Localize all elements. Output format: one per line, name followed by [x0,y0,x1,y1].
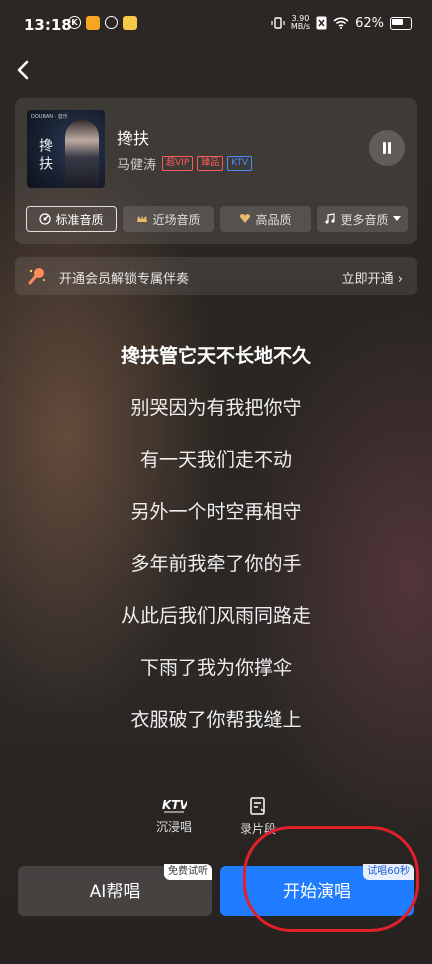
record-clip-label: 录片段 [239,822,276,836]
clip-icon [250,797,265,815]
quality-nearfield-label: 近场音质 [152,212,201,227]
music-note-icon [325,213,336,224]
lyric-line: 下雨了我为你撑伞 [139,657,292,679]
cover-figure [65,120,99,188]
battery-icon [390,16,412,30]
lyric-line-current: 搀扶管它天不长地不久 [120,345,311,367]
lyric-line: 多年前我牵了你的手 [130,553,302,575]
quality-nearfield-button[interactable]: 近场音质 [123,206,214,232]
k-app-icon: K [68,16,81,29]
quality-badge: 臻品 [197,156,224,171]
back-button[interactable] [10,56,38,84]
status-bar: 13:18 K 3.90 MB/s 62% [0,0,432,52]
artist-row: 马健涛 超VIP 臻品 KTV [117,154,253,173]
artist-name[interactable]: 马健涛 [117,154,156,173]
microphone-icon [28,268,45,285]
battery-percent: 62% [355,15,384,31]
orange-app-icon [86,16,100,30]
vip-promo-text: 开通会员解锁专属伴奏 [59,272,190,287]
crown-icon [137,215,148,222]
free-trial-badge: 免费试听 [164,864,212,880]
chevron-down-icon [392,216,401,221]
quality-high-button[interactable]: 高品质 [220,206,311,232]
notification-icons: K [68,16,137,30]
status-right: 3.90 MB/s 62% [271,15,412,31]
vibrate-icon [271,17,285,29]
vip-open-link[interactable]: 立即开通 › [342,268,403,287]
cover-tag: DOUBAN · 音乐 [31,114,68,120]
vip-badge: 超VIP [162,156,194,171]
heart-wing-icon [240,213,251,223]
yellow-app-icon [123,16,137,30]
quality-standard-button[interactable]: 标准音质 [26,206,117,232]
svg-text:KTV: KTV [162,798,187,812]
lyric-line: 有一天我们走不动 [139,449,292,471]
wifi-icon [333,17,349,29]
disc-icon [39,213,52,225]
album-cover[interactable]: DOUBAN · 音乐 搀扶 [27,110,105,188]
quality-high-label: 高品质 [255,212,292,227]
start-singing-label: 开始演唱 [283,882,351,902]
quality-standard-label: 标准音质 [55,212,104,227]
sim-x-icon [316,16,327,30]
start-singing-button[interactable]: 开始演唱 试唱60秒 [220,864,414,916]
quality-more-label: 更多音质 [340,212,389,227]
immersive-sing-label: 沉浸唱 [155,820,192,834]
status-time: 13:18 [24,16,72,34]
song-card: DOUBAN · 音乐 搀扶 搀扶 马健涛 超VIP 臻品 KTV 标准音质 近… [15,98,417,244]
pause-button[interactable] [369,130,405,166]
record-clip-button[interactable]: 录片段 [228,796,288,837]
lyrics-panel[interactable]: 搀扶管它天不长地不久 别哭因为有我把你守 有一天我们走不动 另外一个时空再相守 … [0,340,432,756]
cover-title: 搀扶 [37,138,53,174]
ktv-badge: KTV [227,156,253,171]
song-title: 搀扶 [117,129,150,148]
immersive-sing-button[interactable]: KTV 沉浸唱 [144,796,204,835]
lyric-line: 从此后我们风雨同路走 [120,605,311,627]
trial-60s-badge: 试唱60秒 [363,864,414,880]
lyric-line: 另外一个时空再相守 [130,501,302,523]
network-speed: 3.90 MB/s [291,15,310,31]
lyric-line: 别哭因为有我把你守 [130,397,302,419]
weibo-icon [105,16,118,29]
quality-options: 标准音质 近场音质 高品质 更多音质 [26,206,408,232]
speed-unit: MB/s [290,22,311,31]
quality-more-button[interactable]: 更多音质 [317,206,408,232]
ktv-icon: KTV [162,798,187,813]
ai-sing-button[interactable]: AI帮唱 免费试听 [18,864,212,916]
vip-promo-bar[interactable]: 开通会员解锁专属伴奏 立即开通 › [15,257,417,295]
lyric-line: 衣服破了你帮我缝上 [130,709,302,731]
ai-sing-label: AI帮唱 [89,882,141,902]
